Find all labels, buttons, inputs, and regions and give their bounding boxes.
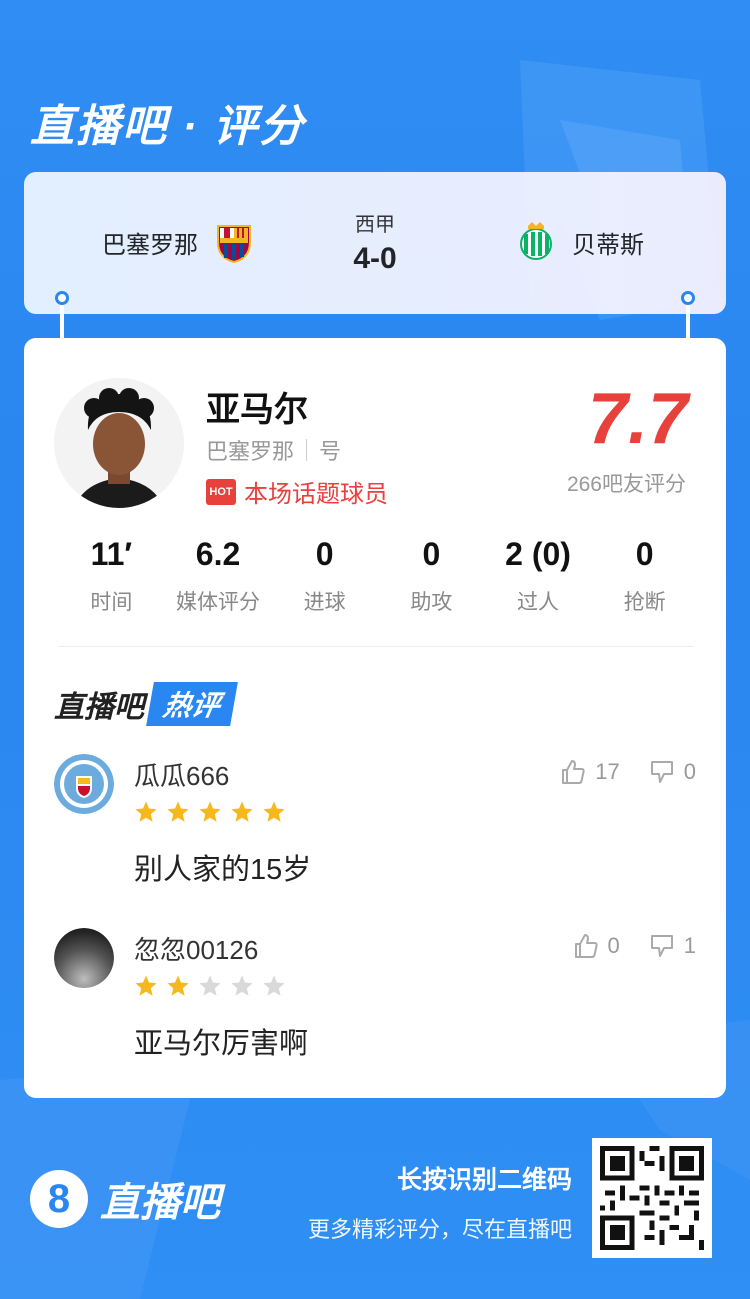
comment-username[interactable]: 忽忽00126 <box>134 930 258 967</box>
logo-text: 直播吧 <box>100 1181 220 1225</box>
connector-dot <box>55 291 69 305</box>
stat-assists: 0 助攻 <box>378 536 485 616</box>
dislike-count: 1 <box>683 933 696 958</box>
thumbs-up-icon <box>574 934 598 958</box>
qr-code[interactable] <box>592 1138 712 1258</box>
hot-comments-title-main: 直播吧 <box>54 691 144 724</box>
cta-more-ratings: 更多精彩评分，尽在直播吧 <box>307 1217 572 1242</box>
stat-label: 过人 <box>517 591 560 614</box>
star-empty-icon <box>263 975 285 996</box>
logo-badge: 8 <box>30 1170 88 1228</box>
match-card: 巴塞罗那 西甲 4-0 贝蒂斯 <box>24 172 726 314</box>
comment-username[interactable]: 瓜瓜666 <box>134 756 229 793</box>
stat-label: 抢断 <box>623 591 666 614</box>
comment-actions: 17 0 <box>559 758 696 786</box>
fan-rating-count: 266吧友评分 <box>566 473 686 496</box>
stat-label: 助攻 <box>410 591 453 614</box>
man-city-avatar-icon[interactable] <box>54 754 114 814</box>
star-filled-icon <box>199 801 221 822</box>
stat-media-rating: 6.2 媒体评分 <box>165 536 272 616</box>
player-stats: 11′ 时间 6.2 媒体评分 0 进球 0 助攻 2 (0) 过人 0 抢断 <box>58 536 698 616</box>
stat-goals: 0 进球 <box>271 536 378 616</box>
away-team-name: 贝蒂斯 <box>572 231 644 259</box>
stat-value: 0 <box>635 536 654 572</box>
player-avatar[interactable] <box>54 378 184 508</box>
dislike-count: 0 <box>683 759 696 784</box>
star-empty-icon <box>199 975 221 996</box>
player-photo <box>54 378 184 508</box>
hot-comments-title: 直播吧 热评 <box>54 682 238 726</box>
thumbs-down-icon <box>650 761 673 783</box>
star-filled-icon <box>263 801 285 822</box>
stat-label: 时间 <box>90 591 133 614</box>
comment-star-rating <box>134 800 286 824</box>
star-filled-icon <box>167 975 189 996</box>
stat-time: 11′ 时间 <box>58 536 165 616</box>
hot-player-tag: HOT 本场话题球员 <box>206 474 388 509</box>
star-filled-icon <box>231 801 253 822</box>
divider <box>306 439 308 461</box>
stat-value: 11′ <box>90 536 133 572</box>
connector-dot <box>681 291 695 305</box>
user-avatar-icon[interactable] <box>54 928 114 988</box>
stat-value: 0 <box>315 536 334 572</box>
comment-item: 忽忽00126 亚马尔厉害啊 0 1 <box>54 928 696 1078</box>
stat-tackles: 0 抢断 <box>591 536 698 616</box>
like-button[interactable]: 17 <box>559 758 620 786</box>
dislike-button[interactable]: 1 <box>648 932 696 960</box>
thumbs-up-icon <box>562 760 585 784</box>
hot-player-text: 本场话题球员 <box>244 481 388 508</box>
star-filled-icon <box>167 801 189 822</box>
comment-star-rating <box>134 974 286 998</box>
like-count: 17 <box>595 759 620 784</box>
stat-dribbles: 2 (0) 过人 <box>485 536 592 616</box>
brand-title: 直播吧 · 评分 <box>30 102 306 151</box>
player-number-label: 号 <box>319 439 342 464</box>
stat-label: 媒体评分 <box>176 591 260 614</box>
comment-text: 别人家的15岁 <box>134 854 312 886</box>
qr-code-image <box>600 1146 704 1250</box>
star-empty-icon <box>231 975 253 996</box>
cta-scan-qr: 长按识别二维码 <box>396 1166 572 1194</box>
footer-cta: 长按识别二维码 更多精彩评分，尽在直播吧 <box>308 1160 572 1244</box>
comment-actions: 0 1 <box>572 932 696 960</box>
hot-comments-title-tag: 热评 <box>146 682 238 726</box>
comment-item: 瓜瓜666 别人家的15岁 17 0 <box>54 754 696 904</box>
thumbs-down-icon <box>650 935 673 957</box>
stat-value: 2 (0) <box>505 536 571 572</box>
player-name: 亚马尔 <box>206 391 308 429</box>
zhibo8-logo[interactable]: 8 直播吧 <box>30 1170 220 1228</box>
player-team-name: 巴塞罗那 <box>206 439 295 464</box>
betis-crest-icon <box>520 222 552 260</box>
away-team[interactable]: 贝蒂斯 <box>514 220 644 264</box>
player-team-info: 巴塞罗那 号 <box>206 434 341 466</box>
dislike-button[interactable]: 0 <box>648 758 696 786</box>
like-count: 0 <box>607 933 620 958</box>
hot-badge: HOT <box>206 478 236 505</box>
comment-text: 亚马尔厉害啊 <box>134 1028 309 1060</box>
stat-value: 0 <box>422 536 441 572</box>
section-divider <box>58 646 694 647</box>
player-rating-card: 亚马尔 巴塞罗那 号 HOT 本场话题球员 7.7 266吧友评分 11′ 时间… <box>24 338 726 1098</box>
fan-rating-score: 7.7 <box>587 379 688 459</box>
stat-value: 6.2 <box>195 536 241 572</box>
star-filled-icon <box>135 975 157 996</box>
like-button[interactable]: 0 <box>572 932 620 960</box>
star-filled-icon <box>135 801 157 822</box>
stat-label: 进球 <box>303 591 346 614</box>
